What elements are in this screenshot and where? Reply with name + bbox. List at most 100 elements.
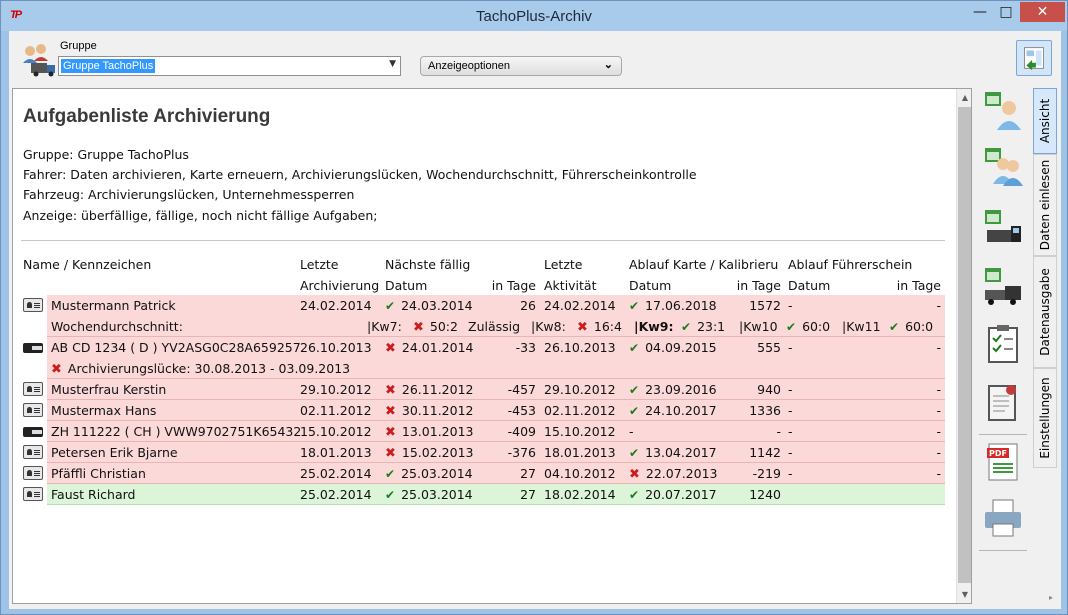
vehicle-group-calendar-icon[interactable] — [981, 264, 1025, 308]
row-last-archive: 24.02.2014 — [300, 298, 372, 313]
row-last-activity: 02.11.2012 — [544, 403, 616, 418]
tab-daten-einlesen[interactable]: Daten einlesen — [1033, 154, 1057, 256]
row-license-days: - — [936, 382, 941, 397]
row-name: ZH 111222 ( CH ) VWW9702751K65432 — [51, 424, 302, 439]
header-card-expiry: Ablauf Karte / Kalibrieru — [629, 257, 779, 272]
kw11-value: 60:0 — [889, 319, 933, 334]
table-row[interactable]: Musterfrau Kerstin 29.10.2012 26.11.2012… — [21, 379, 945, 400]
table-row[interactable]: Pfäffli Christian 25.02.2014 25.03.2014 … — [21, 463, 945, 484]
table-row[interactable]: Mustermax Hans 02.11.2012 30.11.2012 -45… — [21, 400, 945, 421]
driver-card-icon — [23, 382, 43, 396]
row-card-expiry: 23.09.2016 — [629, 382, 717, 397]
vehicle-calendar-icon[interactable] — [981, 206, 1025, 250]
row-next-due: 30.11.2012 — [385, 403, 474, 419]
row-days: 27 — [520, 487, 536, 502]
row-card-days: 940 — [757, 382, 781, 397]
tab-einstellungen[interactable]: Einstellungen — [1033, 368, 1057, 468]
row-days: 27 — [520, 466, 536, 481]
scroll-up-icon[interactable]: ▲ — [957, 89, 971, 106]
row-last-activity: 26.10.2013 — [544, 340, 616, 355]
driver-calendar-icon[interactable] — [981, 88, 1025, 132]
vertical-scrollbar[interactable]: ▲ ▼ — [956, 89, 971, 603]
maximize-button[interactable]: □ — [993, 2, 1019, 22]
row-name: Mustermann Patrick — [51, 298, 176, 313]
header-next-date: Datum — [385, 278, 428, 293]
header-next-due: Nächste fällig — [385, 257, 471, 272]
header-next-days: in Tage — [491, 278, 536, 293]
row-last-activity: 29.10.2012 — [544, 382, 616, 397]
kw10-label: |Kw10 — [739, 319, 778, 334]
tab-ansicht[interactable]: Ansicht — [1033, 88, 1057, 154]
group-select[interactable]: Gruppe TachoPlus ▼ — [58, 56, 401, 76]
group-label: Gruppe — [60, 40, 97, 52]
row-card-expiry: 20.07.2017 — [629, 487, 717, 502]
app-window: TP TachoPlus-Archiv — □ ✕ Gruppe Gruppe … — [0, 0, 1068, 615]
week-average-row: Wochendurchschnitt: |Kw7: 50:2 Zulässig … — [21, 316, 945, 337]
tab-datenausgabe[interactable]: Datenausgabe — [1033, 256, 1057, 368]
report-vehicle-line: Fahrzeug: Archivierungslücken, Unternehm… — [23, 187, 355, 202]
row-days: -457 — [507, 382, 536, 397]
kw8-value: 16:4 — [577, 319, 622, 335]
double-chevron-down-icon: ⌄ — [603, 59, 613, 71]
archive-gap-label: Archivierungslücke: 30.08.2013 - 03.09.2… — [51, 361, 350, 377]
table-row[interactable]: Faust Richard 25.02.2014 25.03.2014 27 1… — [21, 484, 945, 505]
report-book-icon[interactable] — [981, 380, 1025, 424]
close-button[interactable]: ✕ — [1020, 2, 1065, 22]
week-average-label: Wochendurchschnitt: — [51, 319, 183, 334]
row-divider — [47, 504, 945, 505]
group-select-value: Gruppe TachoPlus — [61, 59, 156, 73]
table-row[interactable]: Mustermann Patrick 24.02.2014 24.03.2014… — [21, 295, 945, 316]
scroll-down-icon[interactable]: ▼ — [957, 586, 971, 603]
vehicle-card-icon — [23, 343, 43, 353]
row-last-archive: 29.10.2012 — [300, 382, 372, 397]
row-name: Mustermax Hans — [51, 403, 157, 418]
row-last-activity: 04.10.2012 — [544, 466, 616, 481]
row-last-archive: 25.02.2014 — [300, 466, 372, 481]
row-license-days: - — [936, 403, 941, 418]
vehicle-card-icon — [23, 427, 43, 437]
row-card-expiry: 13.04.2017 — [629, 445, 717, 460]
client-area: Gruppe Gruppe TachoPlus ▼ Anzeigeoptione… — [9, 31, 1061, 609]
row-license-days: - — [936, 298, 941, 313]
header-card-days: in Tage — [736, 278, 781, 293]
report-view: Aufgabenliste Archivierung Gruppe: Grupp… — [12, 88, 972, 604]
resize-grip-icon[interactable]: ▸ — [1049, 593, 1053, 602]
print-icon[interactable] — [981, 496, 1025, 540]
driver-card-icon — [23, 466, 43, 480]
table-row[interactable]: ZH 111222 ( CH ) VWW9702751K65432 15.10.… — [21, 421, 945, 442]
row-license-days: - — [936, 340, 941, 355]
task-list-icon[interactable] — [981, 322, 1025, 366]
kw7-value: 50:2 — [413, 319, 458, 335]
scroll-thumb[interactable] — [958, 107, 971, 583]
row-license-date: - — [788, 403, 793, 418]
pdf-export-icon[interactable]: PDF — [981, 440, 1025, 484]
row-card-expiry: 24.10.2017 — [629, 403, 717, 418]
row-card-days: 1336 — [749, 403, 781, 418]
row-card-expiry: - — [629, 424, 634, 439]
table-row[interactable]: Petersen Erik Bjarne 18.01.2013 15.02.20… — [21, 442, 945, 463]
kw7-label: |Kw7: — [367, 319, 402, 334]
row-card-expiry: 22.07.2013 — [629, 466, 718, 482]
switch-view-button[interactable] — [1016, 40, 1052, 76]
row-days: -33 — [515, 340, 536, 355]
row-license-days: - — [936, 466, 941, 481]
row-next-due: 26.11.2012 — [385, 382, 474, 398]
row-license-date: - — [788, 340, 793, 355]
kw11-label: |Kw11 — [842, 319, 881, 334]
title-bar: TP TachoPlus-Archiv — □ ✕ — [1, 1, 1067, 31]
header-activity: Letzte — [544, 257, 583, 272]
row-license-date: - — [788, 424, 793, 439]
driver-group-calendar-icon[interactable] — [981, 144, 1025, 188]
window-title: TachoPlus-Archiv — [476, 8, 592, 25]
minimize-button[interactable]: — — [967, 2, 993, 22]
display-options-button[interactable]: Anzeigeoptionen ⌄ — [420, 56, 622, 76]
table-row[interactable]: AB CD 1234 ( D ) YV2ASG0C28A659257 26.10… — [21, 337, 945, 358]
driver-card-icon — [23, 403, 43, 417]
row-last-archive: 15.10.2012 — [300, 424, 372, 439]
report-title: Aufgabenliste Archivierung — [23, 106, 271, 127]
report-display-line: Anzeige: überfällige, fällige, noch nich… — [23, 208, 378, 223]
group-toolbar: Gruppe Gruppe TachoPlus ▼ Anzeigeoptione… — [9, 31, 1061, 85]
driver-card-icon — [23, 487, 43, 501]
kw7-status: Zulässig — [468, 319, 521, 334]
row-next-due: 25.03.2014 — [385, 487, 473, 502]
